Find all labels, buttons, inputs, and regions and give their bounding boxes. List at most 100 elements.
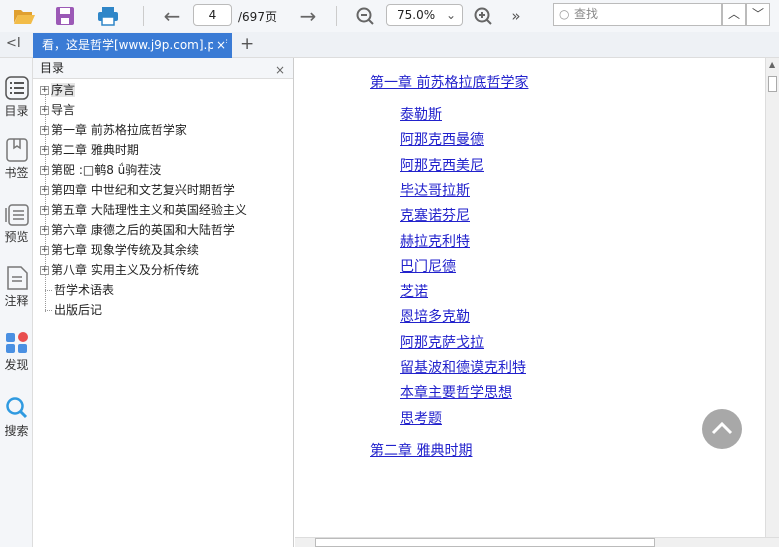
tab-close-icon[interactable]: × (212, 33, 226, 58)
toc-item-label: 第四章 中世纪和文艺复兴时期哲学 (51, 183, 235, 197)
left-sidebar: 目录 书签 预览 注释 发现 搜索 (0, 58, 33, 547)
zoom-out-icon[interactable] (353, 4, 377, 28)
toc-item-label: 第七章 现象学传统及其余续 (51, 243, 199, 257)
next-page-icon[interactable]: → (296, 4, 320, 28)
section-link[interactable]: 本章主要哲学思想 (400, 382, 512, 402)
section-link[interactable]: 阿那克西美尼 (400, 155, 484, 175)
toc-item-label: 出版后记 (54, 303, 103, 317)
search-next-button[interactable]: ﹀ (746, 3, 770, 26)
new-tab-button[interactable]: + (240, 34, 254, 54)
toc-item[interactable]: + 第七章 现象学传统及其余续 (40, 241, 199, 259)
toc-item[interactable]: 哲学术语表 (40, 281, 114, 299)
toc-item[interactable]: + 第一章 前苏格拉底哲学家 (40, 121, 187, 139)
search-placeholder: 查找 (574, 7, 599, 21)
search-icon: ○ (559, 7, 570, 21)
more-button[interactable]: » (506, 4, 526, 28)
toc-item-label: 第二章 雅典时期 (51, 143, 139, 157)
apps-icon (5, 332, 28, 353)
bookmark-icon (5, 138, 28, 162)
sidebar-label: 注释 (4, 294, 29, 308)
expand-icon[interactable]: + (40, 126, 49, 135)
zoom-in-icon[interactable] (471, 4, 495, 28)
toc-item[interactable]: 出版后记 (40, 301, 102, 319)
expand-icon[interactable]: + (40, 186, 49, 195)
toolbar: ← 4 /697页 → 75.0% ⌄ » ○ 查找 ︿ ﹀ (0, 0, 779, 32)
page-total: /697页 (238, 10, 277, 24)
toc-title: 目录 (40, 61, 65, 75)
sidebar-label: 预览 (4, 230, 29, 244)
sidebar-label: 搜索 (4, 424, 29, 438)
collapse-sidebar-button[interactable]: <I (6, 36, 21, 51)
toc-item[interactable]: + 第六章 康德之后的英国和大陆哲学 (40, 221, 235, 239)
expand-icon[interactable]: + (40, 266, 49, 275)
section-link[interactable]: 思考题 (400, 408, 442, 428)
tree-branch (45, 290, 52, 291)
list-icon (4, 76, 29, 100)
vertical-scrollbar[interactable]: ▲ (765, 58, 779, 537)
section-link[interactable]: 巴门尼德 (400, 256, 456, 276)
toc-item[interactable]: + 第二章 雅典时期 (40, 141, 139, 159)
preview-icon (4, 204, 29, 226)
scroll-to-top-button[interactable] (702, 409, 742, 449)
toc-item[interactable]: + 导言 (40, 101, 75, 119)
print-icon[interactable] (95, 4, 121, 28)
chapter-link[interactable]: 第二章 雅典时期 (370, 440, 472, 460)
sidebar-item-search[interactable]: 搜索 (0, 396, 33, 439)
toc-item-label: 第六章 康德之后的英国和大陆哲学 (51, 223, 235, 237)
toc-item-label: 哲学术语表 (54, 283, 115, 297)
open-folder-icon[interactable] (10, 4, 38, 28)
chevron-up-icon (711, 421, 733, 435)
toc-item[interactable]: + 序言 (40, 81, 76, 99)
page-number-input[interactable]: 4 (193, 4, 232, 26)
section-link[interactable]: 赫拉克利特 (400, 231, 470, 251)
scroll-thumb[interactable] (768, 76, 777, 92)
horizontal-scrollbar[interactable] (295, 537, 779, 547)
section-link[interactable]: 阿那克西曼德 (400, 129, 484, 149)
sidebar-item-discover[interactable]: 发现 (0, 330, 33, 373)
toc-item[interactable]: + 第八章 实用主义及分析传统 (40, 261, 199, 279)
sidebar-item-annotation[interactable]: 注释 (0, 266, 33, 309)
document-view: 第一章 前苏格拉底哲学家 泰勒斯阿那克西曼德 阿那克西美尼 毕达哥拉斯克塞诺芬尼赫拉… (295, 58, 765, 537)
toc-item-label: 序言 (51, 83, 76, 97)
toc-item[interactable]: + 第五章 大陆理性主义和英国经验主义 (40, 201, 247, 219)
search-icon (5, 397, 27, 419)
toc-item-label: 第五章 大陆理性主义和英国经验主义 (51, 203, 247, 217)
sidebar-item-preview[interactable]: 预览 (0, 202, 33, 245)
chevron-down-icon: ⌄ (445, 8, 456, 22)
section-link[interactable]: 恩培多克勒 (400, 306, 470, 326)
search-input[interactable]: ○ 查找 (553, 3, 722, 26)
scroll-thumb[interactable] (315, 538, 655, 547)
save-icon[interactable] (53, 4, 77, 28)
chapter-link[interactable]: 第一章 前苏格拉底哲学家 (370, 72, 528, 92)
section-link[interactable]: 毕达哥拉斯 (400, 180, 470, 200)
expand-icon[interactable]: + (40, 206, 49, 215)
tab-document[interactable]: 看，这是哲学[www.j9p.com].pdf × (33, 33, 232, 58)
toc-item[interactable]: + 第四章 中世纪和文艺复兴时期哲学 (40, 181, 235, 199)
toc-item-label: 第巸 :□鹌8 ǘ驹茬汥 (51, 163, 162, 177)
expand-icon[interactable]: + (40, 166, 49, 175)
tab-title: 看，这是哲学[www.j9p.com].pdf (42, 38, 227, 52)
section-link[interactable]: 阿那克萨戈拉 (400, 332, 484, 352)
zoom-select[interactable]: 75.0% ⌄ (386, 4, 463, 26)
section-link[interactable]: 芝诺 (400, 281, 428, 301)
sidebar-item-bookmark[interactable]: 书签 (0, 138, 33, 181)
toc-close-icon[interactable]: × (275, 60, 285, 80)
toc-item-label: 导言 (51, 103, 76, 117)
section-link[interactable]: 泰勒斯 (400, 104, 442, 124)
sidebar-item-toc[interactable]: 目录 (0, 76, 33, 119)
toc-item-label: 第八章 实用主义及分析传统 (51, 263, 199, 277)
previous-page-icon[interactable]: ← (160, 4, 184, 28)
section-link[interactable]: 克塞诺芬尼 (400, 205, 470, 225)
expand-icon[interactable]: + (40, 226, 49, 235)
expand-icon[interactable]: + (40, 246, 49, 255)
search-prev-button[interactable]: ︿ (722, 3, 746, 26)
tab-bar: <I 看，这是哲学[www.j9p.com].pdf × + (0, 32, 779, 58)
expand-icon[interactable]: + (40, 86, 49, 95)
toc-item-label: 第一章 前苏格拉底哲学家 (51, 123, 187, 137)
note-icon (6, 266, 28, 290)
section-link[interactable]: 留基波和德谟克利特 (400, 357, 526, 377)
toc-header: 目录 × (33, 58, 293, 79)
expand-icon[interactable]: + (40, 106, 49, 115)
toc-item[interactable]: + 第巸 :□鹌8 ǘ驹茬汥 (40, 161, 161, 179)
expand-icon[interactable]: + (40, 146, 49, 155)
